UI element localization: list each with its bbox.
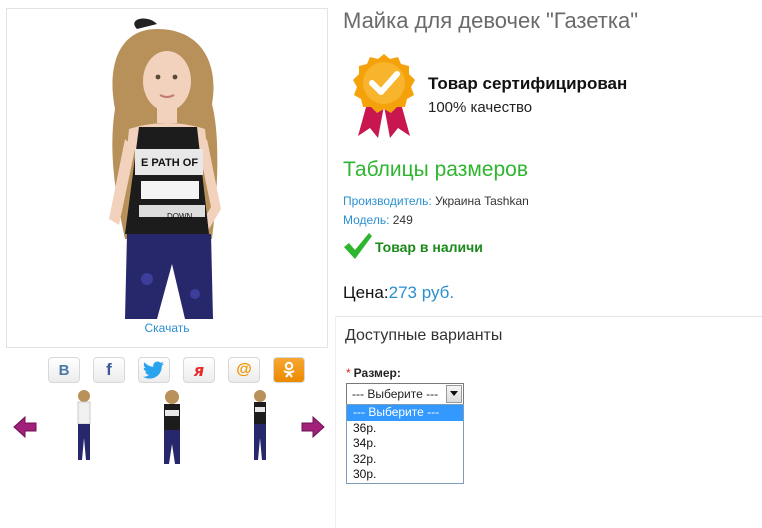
svg-text:E PATH OF: E PATH OF (141, 157, 198, 169)
thumbnail-strip (12, 388, 330, 468)
mailru-share-button[interactable]: @ (228, 357, 260, 383)
certificate-subtitle: 100% качество (428, 99, 533, 116)
size-option[interactable]: --- Выберите --- (347, 405, 463, 421)
size-dropdown-list: --- Выберите --- 36р. 34р. 32р. 30р. (346, 404, 464, 484)
svg-text:DOWN: DOWN (167, 212, 193, 221)
size-label-text: Размер: (353, 366, 401, 380)
share-buttons: B f я @ (48, 357, 305, 383)
size-option[interactable]: 34р. (347, 436, 463, 452)
required-mark: * (346, 366, 351, 380)
certified-badge-icon (353, 54, 415, 138)
size-tables-link[interactable]: Таблицы размеров (343, 158, 528, 182)
size-select-value: --- Выберите --- (352, 387, 439, 401)
stock-label: Товар в наличи (375, 239, 483, 255)
price-value: 273 руб. (388, 283, 455, 302)
thumbnail-2[interactable] (150, 388, 194, 466)
odnoklassniki-share-button[interactable] (273, 357, 305, 383)
manufacturer-row: Производитель: Украина Tashkan (343, 194, 529, 208)
manufacturer-value: Украина Tashkan (435, 194, 529, 208)
arrow-left-icon[interactable] (12, 414, 38, 440)
download-link[interactable]: Скачать (7, 321, 327, 335)
arrow-right-icon[interactable] (300, 414, 326, 440)
thumbnail-1[interactable] (62, 388, 106, 466)
stock-status: Товар в наличи (343, 232, 483, 260)
product-photo[interactable]: E PATH OF DOWN (7, 9, 327, 347)
product-title: Майка для девочек "Газетка" (343, 8, 639, 33)
model-key: Модель: (343, 213, 390, 227)
size-option[interactable]: 36р. (347, 421, 463, 437)
size-select[interactable]: --- Выберите --- (346, 383, 464, 405)
size-option[interactable]: 32р. (347, 452, 463, 468)
odnoklassniki-icon (283, 361, 295, 378)
price: Цена:273 руб. (343, 283, 454, 303)
checkmark-icon (344, 233, 372, 259)
size-label: * Размер: (346, 366, 401, 380)
variants-title: Доступные варианты (345, 327, 503, 344)
price-label: Цена: (343, 283, 389, 302)
mailru-icon: @ (236, 361, 252, 378)
yaru-icon: я (193, 360, 205, 380)
model-row: Модель: 249 (343, 213, 413, 227)
product-photo-frame: E PATH OF DOWN Скачать (6, 8, 328, 348)
vk-share-button[interactable]: B (48, 357, 80, 383)
twitter-icon (143, 361, 164, 379)
manufacturer-key[interactable]: Производитель: (343, 194, 432, 208)
size-option[interactable]: 30р. (347, 467, 463, 483)
vk-icon: B (58, 361, 70, 379)
thumbnail-3[interactable] (238, 388, 282, 466)
model-value: 249 (392, 213, 413, 227)
twitter-share-button[interactable] (138, 357, 170, 383)
yaru-share-button[interactable]: я (183, 357, 215, 383)
chevron-down-icon[interactable] (446, 385, 462, 403)
certificate-title: Товар сертифицирован (428, 74, 628, 93)
facebook-share-button[interactable]: f (93, 357, 125, 383)
facebook-icon: f (106, 360, 112, 379)
